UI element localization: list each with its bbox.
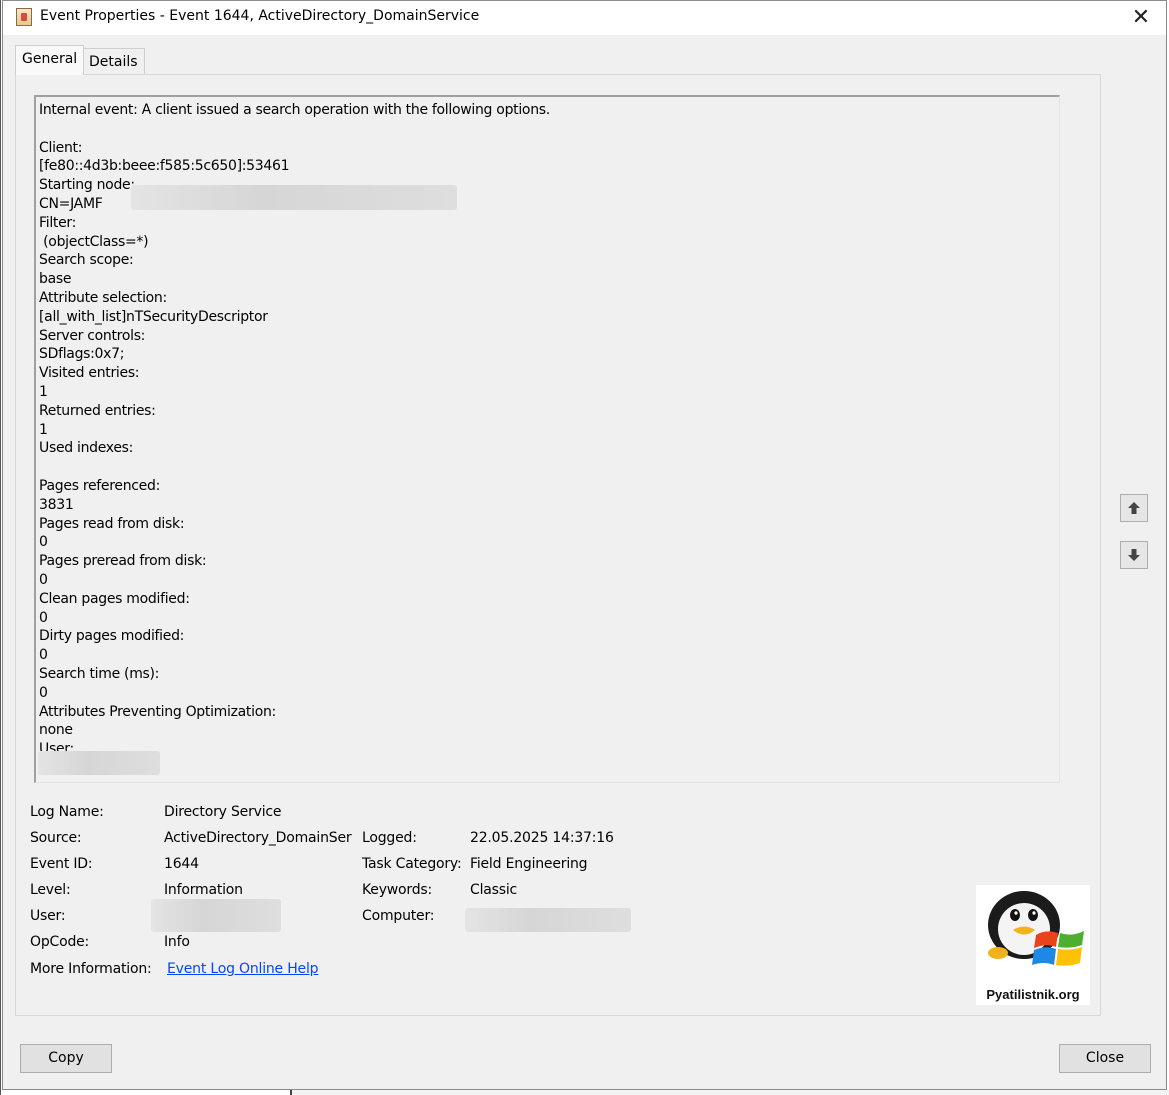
description-line: Client: [39, 139, 83, 156]
opcode-value: Info [164, 934, 190, 950]
source-label: Source: [30, 830, 82, 846]
description-line: Internal event: A client issued a search… [39, 102, 550, 118]
event-viewer-icon [16, 8, 32, 26]
user-label: User: [30, 908, 66, 924]
keywords-value: Classic [470, 882, 518, 898]
next-event-button[interactable] [1120, 541, 1148, 569]
pyatilistnik-logo: Pyatilistnik.org [976, 885, 1090, 1005]
tab-general[interactable]: General [15, 45, 85, 75]
description-line: Pages read from disk: [39, 515, 185, 532]
logged-label: Logged: [362, 830, 417, 846]
description-line: Pages referenced: [39, 477, 160, 494]
log-name-value: Directory Service [164, 804, 282, 820]
description-line: Attributes Preventing Optimization: [39, 703, 276, 720]
description-line: 0 [39, 647, 48, 664]
description-line: Clean pages modified: [39, 590, 190, 607]
previous-event-button[interactable] [1120, 494, 1148, 522]
event-id-label: Event ID: [30, 856, 93, 872]
event-properties-window: Event Properties - Event 1644, ActiveDir… [2, 0, 1167, 1090]
description-line: Attribute selection: [39, 289, 167, 306]
computer-label: Computer: [362, 908, 435, 924]
title-bar: Event Properties - Event 1644, ActiveDir… [3, 1, 1166, 35]
close-window-button[interactable]: ✕ [1126, 3, 1156, 33]
description-line: 0 [39, 684, 48, 701]
description-line: 1 [39, 383, 48, 400]
description-line: Server controls: [39, 327, 146, 344]
close-button[interactable]: Close [1059, 1044, 1151, 1073]
description-line: Filter: [39, 214, 77, 231]
task-category-label: Task Category: [362, 856, 462, 872]
level-label: Level: [30, 882, 71, 898]
logo-text: Pyatilistnik.org [986, 987, 1080, 1002]
redacted-user [38, 751, 160, 775]
level-value: Information [164, 882, 243, 898]
description-line: [fe80::4d3b:beee:f585:5c650]:53461 [39, 158, 290, 175]
description-line: SDflags:0x7; [39, 346, 125, 363]
arrow-down-icon [1128, 549, 1140, 561]
keywords-label: Keywords: [362, 882, 433, 898]
description-line: 1 [39, 421, 48, 438]
description-line: base [39, 271, 72, 288]
log-name-label: Log Name: [30, 804, 104, 820]
description-line: (objectClass=*) [39, 233, 149, 250]
description-line: Returned entries: [39, 402, 156, 419]
background-window-strip [290, 1090, 1169, 1095]
event-id-value: 1644 [164, 856, 199, 872]
logged-value: 22.05.2025 14:37:16 [470, 830, 614, 846]
description-line: [all_with_list]nTSecurityDescriptor [39, 308, 268, 325]
arrow-up-icon [1128, 502, 1140, 514]
tab-details[interactable]: Details [82, 48, 145, 74]
description-line [39, 458, 550, 477]
redacted-starting-node [131, 185, 457, 210]
description-line: Search time (ms): [39, 665, 160, 682]
description-line: 0 [39, 571, 48, 588]
description-line: 0 [39, 609, 48, 626]
source-value: ActiveDirectory_DomainServ [164, 830, 352, 846]
event-log-online-help-link[interactable]: Event Log Online Help [167, 961, 319, 977]
redacted-user-value [151, 899, 281, 932]
penguin-windows-logo-icon [988, 891, 1084, 966]
description-line: Dirty pages modified: [39, 628, 185, 645]
description-line: 0 [39, 534, 48, 551]
background-edge [0, 0, 1, 1095]
window-title: Event Properties - Event 1644, ActiveDir… [40, 8, 480, 24]
description-line: Used indexes: [39, 440, 134, 457]
description-line: 3831 [39, 496, 74, 513]
description-line: Visited entries: [39, 365, 140, 382]
copy-button[interactable]: Copy [20, 1044, 112, 1073]
description-line: Search scope: [39, 252, 134, 269]
more-information-label: More Information: [30, 961, 152, 977]
task-category-value: Field Engineering [470, 856, 588, 872]
description-line: none [39, 722, 73, 739]
general-tab-panel: Internal event: A client issued a search… [15, 74, 1101, 1016]
description-line: Pages preread from disk: [39, 553, 207, 570]
opcode-label: OpCode: [30, 934, 90, 950]
event-description-box[interactable]: Internal event: A client issued a search… [34, 95, 1060, 783]
description-line [39, 120, 550, 139]
redacted-computer-value [465, 908, 631, 932]
